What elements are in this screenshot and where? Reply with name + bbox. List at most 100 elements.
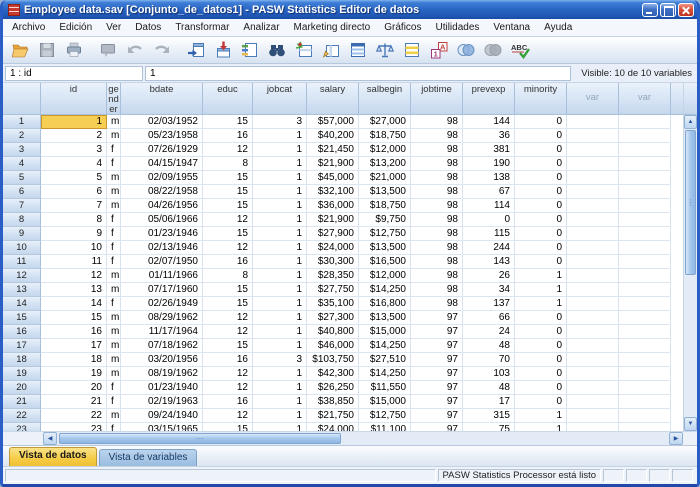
cell[interactable] (567, 157, 619, 171)
cell[interactable]: 0 (515, 157, 567, 171)
cell[interactable]: $27,900 (307, 227, 359, 241)
cell[interactable]: 01/11/1966 (121, 269, 203, 283)
cell[interactable]: $40,800 (307, 325, 359, 339)
cell[interactable]: $30,300 (307, 255, 359, 269)
cell[interactable]: 98 (411, 185, 463, 199)
cell[interactable]: 0 (515, 241, 567, 255)
cell[interactable]: 1 (253, 409, 307, 423)
cell[interactable]: 16 (203, 255, 253, 269)
cell[interactable]: 75 (463, 423, 515, 431)
cell[interactable]: $21,000 (359, 171, 411, 185)
row-header-9[interactable]: 9 (3, 227, 41, 241)
cell[interactable]: 98 (411, 269, 463, 283)
cell[interactable]: 1 (253, 269, 307, 283)
cell[interactable]: 98 (411, 283, 463, 297)
cell[interactable]: 97 (411, 311, 463, 325)
cell[interactable]: $13,200 (359, 157, 411, 171)
cell[interactable]: 66 (463, 311, 515, 325)
cell[interactable]: 07/18/1962 (121, 339, 203, 353)
cell[interactable] (619, 395, 671, 409)
row-header-3[interactable]: 3 (3, 143, 41, 157)
cell[interactable]: 15 (203, 199, 253, 213)
menu-item-datos[interactable]: Datos (128, 20, 168, 35)
use-variable-sets-icon[interactable] (453, 38, 479, 62)
cell[interactable]: 3 (253, 353, 307, 367)
cell[interactable]: $16,500 (359, 255, 411, 269)
cell[interactable]: $18,750 (359, 199, 411, 213)
cell[interactable]: 12 (203, 241, 253, 255)
cell[interactable]: 138 (463, 171, 515, 185)
cell[interactable]: 115 (463, 227, 515, 241)
cell[interactable]: $57,000 (307, 115, 359, 129)
cell[interactable] (619, 311, 671, 325)
menu-item-gr-ficos[interactable]: Gráficos (377, 20, 428, 35)
select-cases-icon[interactable] (399, 38, 425, 62)
cell[interactable] (619, 409, 671, 423)
cell[interactable]: m (107, 367, 121, 381)
cell[interactable] (619, 339, 671, 353)
column-header-var2[interactable]: var (619, 83, 671, 115)
cell[interactable]: 1 (253, 213, 307, 227)
vertical-scroll-track[interactable] (684, 276, 697, 417)
cell[interactable]: 15 (203, 185, 253, 199)
cell[interactable]: 0 (515, 367, 567, 381)
cell[interactable]: m (107, 409, 121, 423)
column-header-minority[interactable]: minority (515, 83, 567, 115)
cell[interactable]: 15 (203, 297, 253, 311)
cell[interactable]: 1 (253, 297, 307, 311)
cell[interactable]: 23 (41, 423, 107, 431)
cell[interactable]: 5 (41, 171, 107, 185)
vertical-scroll-thumb[interactable]: ⋮ (685, 130, 696, 275)
cell[interactable]: 01/23/1940 (121, 381, 203, 395)
tab-vista-de-variables[interactable]: Vista de variables (99, 449, 198, 466)
cell[interactable]: 1 (253, 311, 307, 325)
column-header-jobtime[interactable]: jobtime (411, 83, 463, 115)
cell[interactable]: f (107, 255, 121, 269)
scroll-left-arrow-icon[interactable]: ◀ (43, 432, 57, 445)
cell[interactable]: $11,550 (359, 381, 411, 395)
cell[interactable]: m (107, 269, 121, 283)
cell[interactable]: 03/20/1956 (121, 353, 203, 367)
cell[interactable]: 137 (463, 297, 515, 311)
cell[interactable]: 05/23/1958 (121, 129, 203, 143)
cell[interactable] (567, 409, 619, 423)
cell[interactable]: $27,510 (359, 353, 411, 367)
cell[interactable]: 1 (253, 283, 307, 297)
row-header-7[interactable]: 7 (3, 199, 41, 213)
cell[interactable]: 0 (515, 227, 567, 241)
cell[interactable]: $21,750 (307, 409, 359, 423)
cell[interactable]: $42,300 (307, 367, 359, 381)
cell[interactable]: 97 (411, 381, 463, 395)
cell[interactable]: 01/23/1946 (121, 227, 203, 241)
scroll-right-arrow-icon[interactable]: ▶ (669, 432, 683, 445)
cell[interactable]: 02/03/1952 (121, 115, 203, 129)
cell[interactable]: 21 (41, 395, 107, 409)
cell[interactable] (567, 367, 619, 381)
cell[interactable]: $14,250 (359, 283, 411, 297)
cell[interactable]: 15 (203, 115, 253, 129)
cell[interactable]: 08/19/1962 (121, 367, 203, 381)
cell[interactable] (567, 129, 619, 143)
cell[interactable]: 0 (515, 255, 567, 269)
cell[interactable]: f (107, 157, 121, 171)
cell[interactable]: $45,000 (307, 171, 359, 185)
row-header-8[interactable]: 8 (3, 213, 41, 227)
cell[interactable]: f (107, 395, 121, 409)
cell[interactable] (619, 325, 671, 339)
cell[interactable]: 98 (411, 171, 463, 185)
cell[interactable]: $27,750 (307, 283, 359, 297)
cell[interactable]: $11,100 (359, 423, 411, 431)
menu-item-archivo[interactable]: Archivo (5, 20, 52, 35)
cell[interactable]: $21,450 (307, 143, 359, 157)
cell[interactable]: 04/26/1956 (121, 199, 203, 213)
cell[interactable] (567, 297, 619, 311)
cell[interactable]: 244 (463, 241, 515, 255)
cell[interactable]: 0 (515, 143, 567, 157)
cell[interactable]: 13 (41, 283, 107, 297)
cell[interactable]: 07/26/1929 (121, 143, 203, 157)
split-file-icon[interactable] (345, 38, 371, 62)
cell[interactable]: 17 (463, 395, 515, 409)
scroll-up-arrow-icon[interactable]: ▲ (684, 115, 697, 129)
cell[interactable]: $103,750 (307, 353, 359, 367)
cell-editor-input[interactable]: 1 (145, 66, 571, 81)
